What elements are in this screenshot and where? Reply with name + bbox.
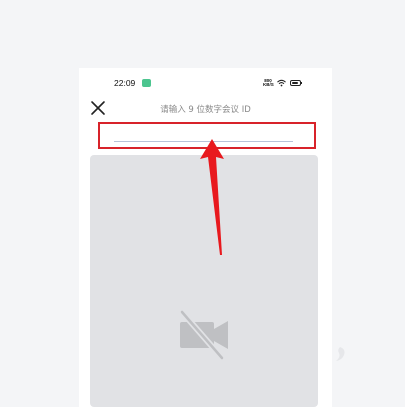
meeting-id-input-highlight [98, 122, 316, 149]
camera-off-icon [179, 310, 228, 360]
status-icons: 800 KB/S [263, 78, 302, 88]
battery-fill [292, 82, 298, 84]
meeting-id-input[interactable] [114, 128, 293, 140]
network-speed: 800 KB/S [263, 78, 274, 88]
page-title: 请输入 9 位数字会议 ID [160, 105, 251, 115]
meeting-id-input-underline [114, 141, 293, 142]
notification-icon [142, 79, 151, 87]
battery-icon [290, 80, 302, 86]
status-bar: 22:09 800 KB/S [79, 76, 332, 90]
camera-preview [90, 155, 318, 407]
status-time: 22:09 [114, 78, 136, 88]
wifi-icon [277, 79, 286, 87]
watermark-icon [336, 347, 345, 361]
network-speed-unit: KB/S [263, 82, 274, 87]
phone-screen: 22:09 800 KB/S 请输入 9 位数字会议 ID [79, 68, 332, 407]
